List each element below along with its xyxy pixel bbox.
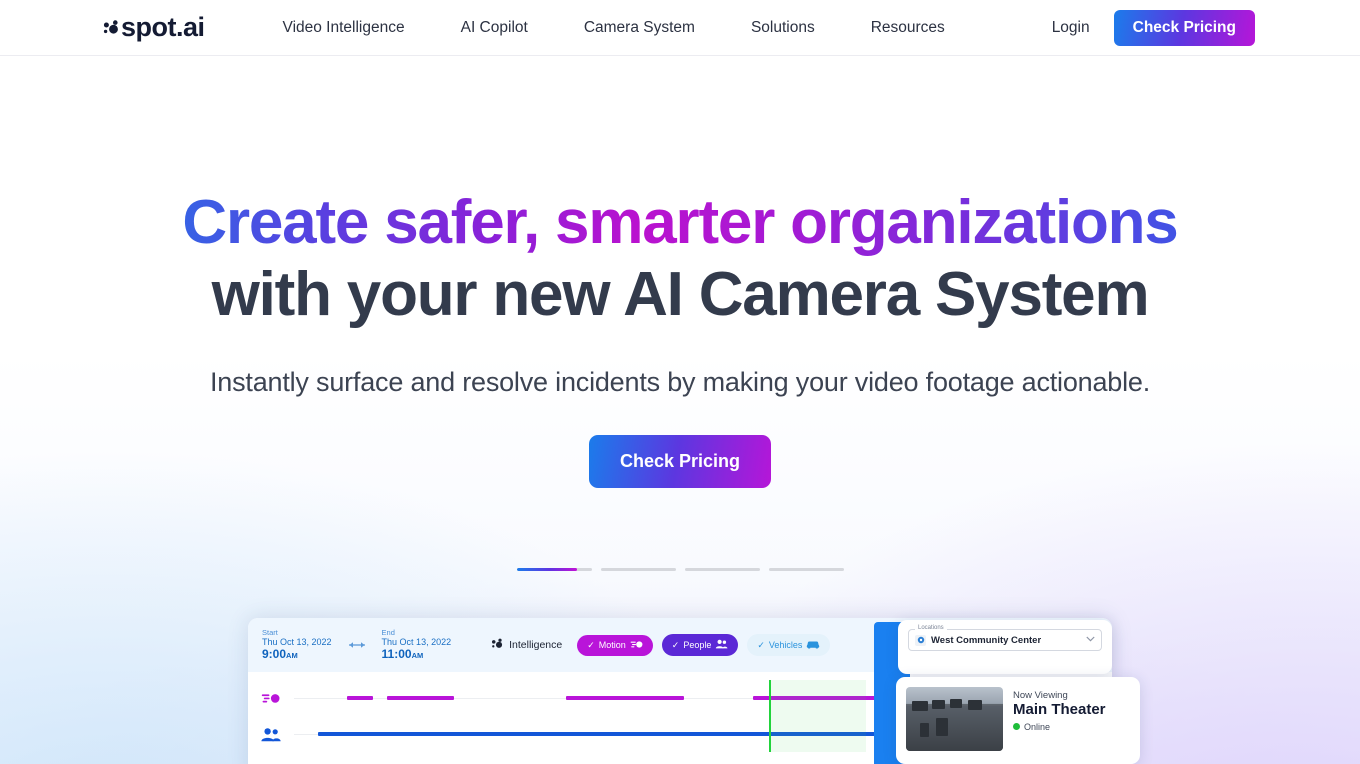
timeline-bar[interactable] xyxy=(387,696,454,700)
nav-item-ai-copilot[interactable]: AI Copilot xyxy=(433,19,556,37)
headline-line-2: with your new AI Camera System xyxy=(211,259,1150,329)
start-label: Start xyxy=(262,628,278,638)
start-time: 9:00AM xyxy=(262,646,332,661)
page-title: Create safer, smarter organizations with… xyxy=(0,187,1360,331)
nav-item-camera-system[interactable]: Camera System xyxy=(556,19,723,37)
status-dot-icon xyxy=(1013,723,1020,731)
intelligence-label-group: Intelligence xyxy=(491,637,562,653)
page-root: spot.ai Video Intelligence AI Copilot Ca… xyxy=(0,0,1360,764)
header-check-pricing-button[interactable]: Check Pricing xyxy=(1113,9,1255,46)
end-time: 11:00AM xyxy=(381,646,452,661)
locations-select[interactable]: Locations West Community Center xyxy=(908,625,1102,651)
carousel-segment-2[interactable] xyxy=(600,568,676,571)
main-nav: Video Intelligence AI Copilot Camera Sys… xyxy=(255,19,973,37)
motion-icon xyxy=(248,692,294,705)
thumbnail-object xyxy=(920,723,929,737)
carousel-segment-3[interactable] xyxy=(684,568,760,571)
people-icon xyxy=(248,727,294,742)
filter-chip-people-label: People xyxy=(683,640,712,650)
date-range-end[interactable]: End Thu Oct 13, 2022 11:00AM xyxy=(381,628,452,661)
intelligence-label: Intelligence xyxy=(509,639,563,651)
thumbnail-object xyxy=(968,700,982,710)
hero-check-pricing-button[interactable]: Check Pricing xyxy=(588,434,772,488)
status-badge: Online xyxy=(1013,722,1106,732)
login-link[interactable]: Login xyxy=(1052,19,1090,37)
spot-logo-dots-icon xyxy=(103,18,120,38)
timeline-playhead[interactable] xyxy=(769,716,772,752)
timeline-bar[interactable] xyxy=(346,696,373,700)
end-time-value: 11:00 xyxy=(381,646,412,661)
thumbnail-object xyxy=(936,718,948,736)
locations-card: Locations West Community Center xyxy=(898,620,1112,674)
filter-chip-vehicles-label: Vehicles xyxy=(768,640,803,650)
start-time-value: 9:00 xyxy=(262,646,287,661)
timeline-highlight xyxy=(769,716,867,752)
site-header: spot.ai Video Intelligence AI Copilot Ca… xyxy=(0,0,1360,56)
thumbnail-object xyxy=(950,699,962,708)
location-pin-icon xyxy=(915,634,926,646)
hero-subheadline: Instantly surface and resolve incidents … xyxy=(209,366,1151,397)
start-meridiem: AM xyxy=(286,650,298,660)
motion-icon xyxy=(630,640,643,651)
locations-selected-value: West Community Center xyxy=(931,634,1042,646)
filter-chip-people[interactable]: ✓ People xyxy=(661,634,739,656)
spot-dots-icon xyxy=(491,637,504,653)
now-viewing-camera-name: Main Theater xyxy=(1013,701,1106,718)
now-viewing-card[interactable]: Now Viewing Main Theater Online xyxy=(896,677,1140,764)
timeline-bar[interactable] xyxy=(566,696,684,700)
nav-item-solutions[interactable]: Solutions xyxy=(723,19,843,37)
check-icon: ✓ xyxy=(587,639,595,650)
status-text: Online xyxy=(1024,721,1051,732)
thumbnail-object xyxy=(932,700,945,709)
camera-thumbnail[interactable] xyxy=(906,687,1003,751)
carousel-segment-1-fill xyxy=(516,568,577,571)
end-meridiem: AM xyxy=(411,650,424,660)
locations-legend: Locations xyxy=(915,625,947,631)
chevron-down-icon[interactable] xyxy=(1086,636,1095,644)
filter-chip-motion[interactable]: ✓ Motion xyxy=(577,634,653,656)
now-viewing-label: Now Viewing xyxy=(1013,690,1068,701)
timeline-highlight xyxy=(769,680,867,716)
timeline-playhead[interactable] xyxy=(769,680,772,716)
now-viewing-info: Now Viewing Main Theater Online xyxy=(1013,687,1106,754)
end-label: End xyxy=(381,628,395,638)
carousel-segment-1[interactable] xyxy=(516,568,592,571)
people-icon xyxy=(715,639,728,651)
nav-item-video-intelligence[interactable]: Video Intelligence xyxy=(255,19,433,37)
logo[interactable]: spot.ai xyxy=(103,14,205,41)
filter-chip-motion-label: Motion xyxy=(598,640,626,650)
check-icon: ✓ xyxy=(757,639,765,650)
hero-section: Create safer, smarter organizations with… xyxy=(0,187,1360,488)
date-range-start[interactable]: Start Thu Oct 13, 2022 9:00AM xyxy=(262,628,332,661)
vehicle-icon xyxy=(806,639,820,651)
check-icon: ✓ xyxy=(671,639,680,650)
thumbnail-object xyxy=(912,701,928,711)
filter-chip-vehicles[interactable]: ✓ Vehicles xyxy=(747,634,831,656)
nav-item-resources[interactable]: Resources xyxy=(843,19,973,37)
carousel-progress xyxy=(0,568,1360,571)
header-actions: Login Check Pricing xyxy=(1052,9,1255,46)
logo-text: spot.ai xyxy=(121,12,205,42)
headline-line-1: Create safer, smarter organizations xyxy=(0,187,1360,259)
left-right-arrow-icon xyxy=(345,638,369,653)
carousel-segment-4[interactable] xyxy=(768,568,844,571)
intelligence-filters: Intelligence ✓ Motion ✓ People ✓ Vehicle… xyxy=(491,634,831,656)
date-range-picker[interactable]: Start Thu Oct 13, 2022 9:00AM End Thu Oc… xyxy=(262,628,452,661)
